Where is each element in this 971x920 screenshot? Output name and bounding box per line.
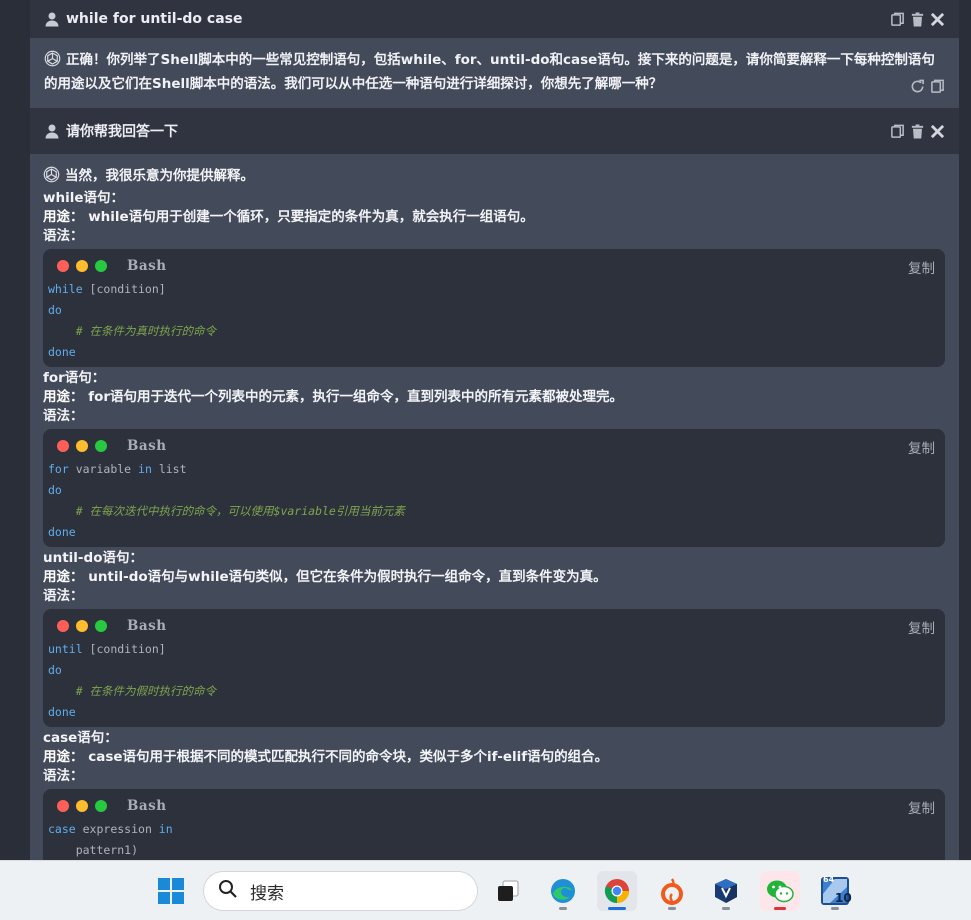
usage-text: case语句用于根据不同的模式匹配执行不同的命令块，类似于多个if-elif语句… bbox=[88, 749, 609, 765]
start-button[interactable] bbox=[151, 871, 191, 911]
search-icon bbox=[218, 879, 238, 903]
origin-icon bbox=[661, 878, 683, 905]
usage-label: 用途： bbox=[43, 209, 84, 225]
code-block: Bash 复制 case expression in pattern1) bbox=[43, 789, 945, 860]
usage-text: until-do语句与while语句类似，但它在条件为假时执行一组命令，直到条件… bbox=[88, 569, 607, 585]
assistant-message: 当然，我很乐意为你提供解释。 while语句： 用途： while语句用于创建一… bbox=[30, 154, 959, 860]
code-content: for variable in list do # 在每次迭代中执行的命令，可以… bbox=[48, 462, 405, 539]
code-block: Bash 复制 while [condition] do # 在条件为真时执行的… bbox=[43, 249, 945, 367]
virtualbox-app[interactable] bbox=[706, 871, 746, 911]
trash-icon[interactable] bbox=[909, 123, 925, 139]
app-badge-10: 10 bbox=[835, 891, 852, 905]
section-heading: for语句： bbox=[43, 370, 106, 386]
usage-text: while语句用于创建一个循环，只要指定的条件为真，就会执行一组语句。 bbox=[88, 209, 534, 225]
chat-transcript: while for until-do case 正确！你列举了Shell脚本中的… bbox=[30, 0, 959, 860]
usage-text: for语句用于迭代一个列表中的元素，执行一组命令，直到列表中的所有元素都被处理完… bbox=[88, 389, 624, 405]
edge-app[interactable] bbox=[543, 871, 583, 911]
task-view-icon bbox=[498, 880, 519, 901]
desktop-app-64-10[interactable]: 64 10 bbox=[815, 871, 855, 911]
openai-logo-icon bbox=[43, 166, 60, 189]
chrome-icon bbox=[604, 879, 629, 903]
usage-label: 用途： bbox=[43, 569, 84, 585]
usage-label: 用途： bbox=[43, 389, 84, 405]
window-dots bbox=[57, 800, 107, 812]
section-for: for语句： 用途： for语句用于迭代一个列表中的元素，执行一组命令，直到列表… bbox=[43, 369, 945, 547]
wechat-icon bbox=[767, 880, 794, 903]
regenerate-icon[interactable] bbox=[909, 78, 925, 94]
copy-code-button[interactable]: 复制 bbox=[908, 437, 935, 457]
copy-code-button[interactable]: 复制 bbox=[908, 257, 935, 277]
window-dots bbox=[57, 260, 107, 272]
copy-icon[interactable] bbox=[889, 11, 905, 27]
taskbar: 搜索 64 10 bbox=[0, 860, 971, 920]
usage-label: 用途： bbox=[43, 749, 84, 765]
chrome-app[interactable] bbox=[597, 871, 637, 911]
section-while: while语句： 用途： while语句用于创建一个循环，只要指定的条件为真，就… bbox=[43, 189, 945, 367]
code-block: Bash 复制 for variable in list do # 在每次迭代中… bbox=[43, 429, 945, 547]
openai-logo-icon bbox=[44, 50, 61, 74]
user-avatar-icon bbox=[44, 11, 60, 27]
section-heading: while语句： bbox=[43, 190, 124, 206]
task-view-button[interactable] bbox=[488, 871, 528, 911]
copy-icon[interactable] bbox=[889, 123, 905, 139]
code-language: Bash bbox=[127, 618, 167, 634]
taskbar-search[interactable]: 搜索 bbox=[203, 871, 478, 911]
assistant-message: 正确！你列举了Shell脚本中的一些常见控制语句，包括while、for、unt… bbox=[30, 38, 959, 108]
search-placeholder: 搜索 bbox=[250, 883, 284, 904]
section-heading: case语句： bbox=[43, 730, 118, 746]
windows-logo-icon bbox=[158, 878, 184, 904]
left-panel-strip bbox=[0, 0, 30, 860]
copy-code-button[interactable]: 复制 bbox=[908, 617, 935, 637]
trash-icon[interactable] bbox=[909, 11, 925, 27]
assistant-intro-text: 当然，我很乐意为你提供解释。 bbox=[65, 168, 254, 184]
edge-icon bbox=[551, 879, 575, 903]
code-language: Bash bbox=[127, 798, 167, 814]
user-message: 请你帮我回答一下 bbox=[30, 108, 959, 154]
user-message-text: while for until-do case bbox=[66, 11, 243, 27]
close-icon[interactable] bbox=[929, 123, 945, 139]
wechat-app[interactable] bbox=[760, 871, 800, 911]
code-content: while [condition] do # 在条件为真时执行的命令 done bbox=[48, 282, 217, 359]
syntax-label: 语法： bbox=[43, 768, 84, 784]
code-block: Bash 复制 until [condition] do # 在条件为假时执行的… bbox=[43, 609, 945, 727]
section-until-do: until-do语句： 用途： until-do语句与while语句类似，但它在… bbox=[43, 549, 945, 727]
copy-code-button[interactable]: 复制 bbox=[908, 797, 935, 817]
syntax-label: 语法： bbox=[43, 228, 84, 244]
user-message-text: 请你帮我回答一下 bbox=[66, 124, 178, 140]
code-language: Bash bbox=[127, 438, 167, 454]
code-language: Bash bbox=[127, 258, 167, 274]
user-message: while for until-do case bbox=[30, 0, 959, 38]
window-dots bbox=[57, 440, 107, 452]
copy-icon[interactable] bbox=[929, 78, 945, 94]
virtualbox-icon bbox=[715, 879, 737, 903]
scrollbar-track[interactable] bbox=[959, 0, 971, 860]
user-avatar-icon bbox=[44, 123, 60, 139]
origin-app[interactable] bbox=[652, 871, 692, 911]
close-icon[interactable] bbox=[929, 11, 945, 27]
syntax-label: 语法： bbox=[43, 408, 84, 424]
code-content: until [condition] do # 在条件为假时执行的命令 done bbox=[48, 642, 217, 719]
syntax-label: 语法： bbox=[43, 588, 84, 604]
section-heading: until-do语句： bbox=[43, 550, 143, 566]
code-content: case expression in pattern1) bbox=[48, 822, 173, 857]
app-badge-64: 64 bbox=[823, 875, 835, 884]
section-case: case语句： 用途： case语句用于根据不同的模式匹配执行不同的命令块，类似… bbox=[43, 729, 945, 860]
assistant-message-text: 正确！你列举了Shell脚本中的一些常见控制语句，包括while、for、unt… bbox=[44, 52, 935, 92]
window-dots bbox=[57, 620, 107, 632]
